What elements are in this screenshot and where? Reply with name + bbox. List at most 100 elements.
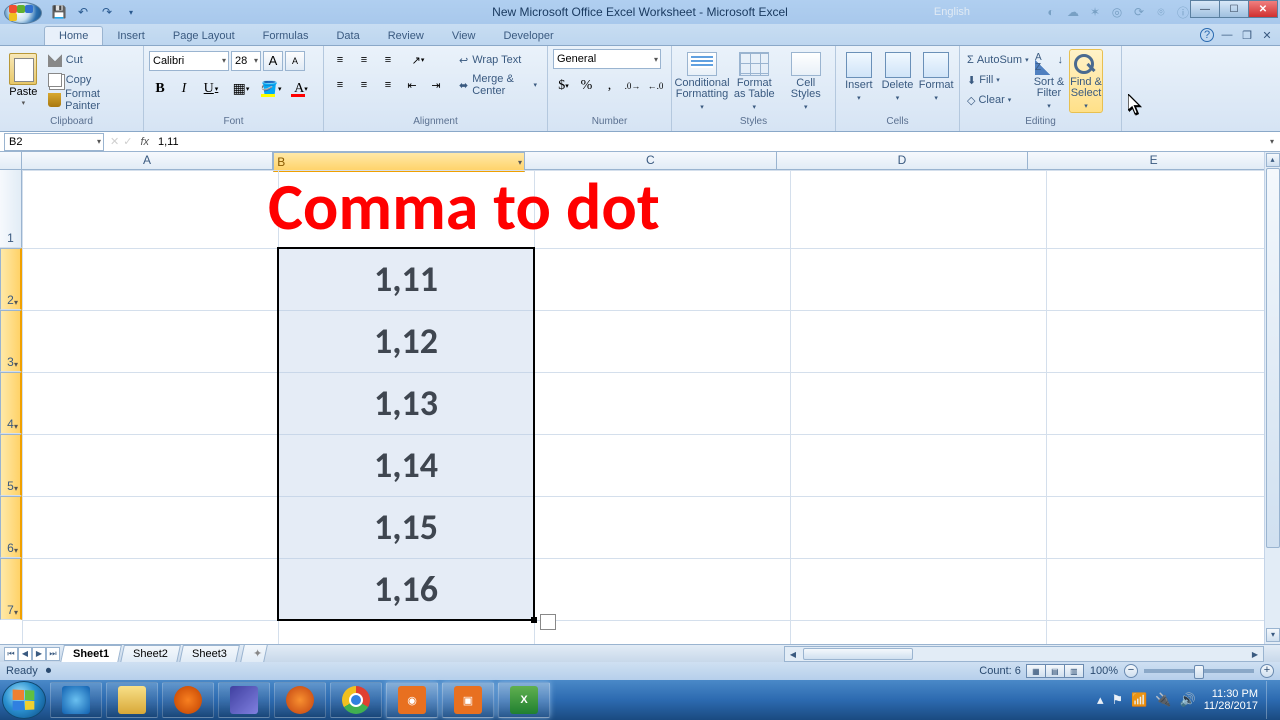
align-bottom-button[interactable]: ≡: [377, 49, 399, 71]
show-desktop-button[interactable]: [1266, 681, 1276, 719]
row-header[interactable]: 4: [0, 372, 22, 434]
zoom-out-button[interactable]: −: [1124, 664, 1138, 678]
currency-button[interactable]: $▾: [553, 75, 574, 97]
redo-icon[interactable]: ↷: [98, 3, 116, 21]
underline-button[interactable]: U▾: [197, 78, 225, 100]
copy-button[interactable]: Copy: [45, 71, 138, 89]
autosum-button[interactable]: ΣAutoSum▾: [965, 51, 1029, 69]
doc-close-icon[interactable]: ✕: [1260, 28, 1274, 42]
row-header[interactable]: 6: [0, 496, 22, 558]
ribbon-minimize-icon[interactable]: —: [1220, 28, 1234, 42]
formula-input[interactable]: 1,11: [155, 135, 1264, 149]
zoom-slider[interactable]: [1144, 669, 1254, 673]
scroll-down-button[interactable]: ▾: [1266, 628, 1280, 642]
tab-developer[interactable]: Developer: [489, 27, 567, 45]
bold-button[interactable]: B: [149, 78, 171, 100]
comma-button[interactable]: ,: [599, 75, 620, 97]
taskbar-recorder-1[interactable]: ◉: [386, 682, 438, 718]
cancel-formula-icon[interactable]: ✕: [110, 135, 119, 148]
taskbar-excel[interactable]: X: [498, 682, 550, 718]
number-format-select[interactable]: General: [553, 49, 661, 69]
increase-decimal-button[interactable]: .0→: [622, 75, 643, 97]
scroll-left-button[interactable]: ◀: [785, 650, 801, 659]
sheet-tab-2[interactable]: Sheet2: [120, 645, 181, 663]
office-button[interactable]: [4, 2, 42, 24]
align-middle-button[interactable]: ≡: [353, 49, 375, 71]
tab-prev-button[interactable]: ◀: [18, 647, 32, 661]
row-header[interactable]: 7: [0, 558, 22, 620]
decrease-indent-button[interactable]: ⇤: [401, 74, 423, 96]
taskbar-wmp[interactable]: [162, 682, 214, 718]
row-header[interactable]: 5: [0, 434, 22, 496]
expand-formula-bar-icon[interactable]: ▾: [1264, 137, 1280, 146]
column-header[interactable]: E: [1028, 152, 1280, 169]
find-select-button[interactable]: Find & Select▾: [1069, 49, 1103, 113]
row-header[interactable]: 3: [0, 310, 22, 372]
clear-button[interactable]: ◇Clear▾: [965, 91, 1029, 109]
merge-center-button[interactable]: ⬌Merge & Center▾: [454, 74, 542, 96]
cell-styles-button[interactable]: Cell Styles▾: [782, 49, 831, 113]
cell-data[interactable]: 1,13: [278, 372, 534, 434]
tab-page-layout[interactable]: Page Layout: [159, 27, 249, 45]
fill-button[interactable]: ⬇Fill▾: [965, 71, 1029, 89]
shrink-font-button[interactable]: A: [285, 51, 305, 71]
vertical-scrollbar-thumb[interactable]: [1266, 168, 1280, 548]
tab-insert[interactable]: Insert: [103, 27, 159, 45]
new-sheet-button[interactable]: ✦: [240, 644, 268, 663]
increase-indent-button[interactable]: ⇥: [425, 74, 447, 96]
row-header[interactable]: 2: [0, 248, 22, 310]
format-cells-button[interactable]: Format▾: [918, 49, 954, 113]
cell-data[interactable]: 1,15: [278, 496, 534, 558]
tray-power-icon[interactable]: 🔌: [1155, 692, 1171, 708]
scroll-up-button[interactable]: ▴: [1266, 153, 1280, 167]
taskbar-explorer[interactable]: [106, 682, 158, 718]
align-right-button[interactable]: ≡: [377, 74, 399, 96]
border-button[interactable]: ▦▾: [227, 78, 255, 100]
taskbar-recorder-2[interactable]: ▣: [442, 682, 494, 718]
paste-button[interactable]: Paste ▾: [5, 49, 42, 113]
page-break-view-button[interactable]: ▥: [1064, 664, 1084, 678]
wrap-text-button[interactable]: ↩Wrap Text: [454, 49, 542, 71]
sheet-tab-3[interactable]: Sheet3: [179, 645, 240, 663]
tray-volume-icon[interactable]: 🔊: [1180, 692, 1196, 708]
start-button[interactable]: [2, 681, 46, 719]
conditional-formatting-button[interactable]: Conditional Formatting▾: [677, 49, 727, 113]
minimize-button[interactable]: —: [1190, 0, 1220, 18]
tray-show-hidden-icon[interactable]: ▴: [1097, 692, 1104, 708]
quick-analysis-button[interactable]: [540, 614, 556, 630]
horizontal-scrollbar[interactable]: ◀ ▶: [784, 646, 1264, 662]
doc-restore-icon[interactable]: ❐: [1240, 28, 1254, 42]
fx-icon[interactable]: fx: [140, 136, 149, 148]
font-name-select[interactable]: Calibri: [149, 51, 229, 71]
format-painter-button[interactable]: Format Painter: [45, 91, 138, 109]
help-icon[interactable]: ?: [1200, 28, 1214, 42]
orientation-button[interactable]: ↗▾: [407, 49, 429, 71]
enter-formula-icon[interactable]: ✓: [123, 135, 132, 148]
sort-filter-button[interactable]: AZ↓Sort & Filter▾: [1032, 49, 1066, 113]
tray-flag-icon[interactable]: ⚑: [1112, 692, 1124, 708]
column-header[interactable]: D: [777, 152, 1029, 169]
format-as-table-button[interactable]: Format as Table▾: [730, 49, 779, 113]
normal-view-button[interactable]: ▦: [1026, 664, 1046, 678]
page-layout-view-button[interactable]: ▤: [1045, 664, 1065, 678]
horizontal-scrollbar-thumb[interactable]: [803, 648, 913, 660]
cell-data[interactable]: 1,14: [278, 434, 534, 496]
close-button[interactable]: ✕: [1248, 0, 1278, 18]
select-all-button[interactable]: [0, 152, 22, 169]
row-header[interactable]: 1: [0, 170, 22, 248]
qat-more-icon[interactable]: ▾: [122, 3, 140, 21]
tab-last-button[interactable]: ⏭: [46, 647, 60, 661]
font-size-select[interactable]: 28: [231, 51, 261, 71]
undo-icon[interactable]: ↶: [74, 3, 92, 21]
delete-cells-button[interactable]: Delete▾: [880, 49, 916, 113]
save-icon[interactable]: 💾: [50, 3, 68, 21]
system-clock[interactable]: 11:30 PM 11/28/2017: [1204, 688, 1258, 712]
tab-home[interactable]: Home: [44, 26, 103, 45]
tab-first-button[interactable]: ⏮: [4, 647, 18, 661]
font-color-button[interactable]: A▾: [287, 78, 315, 100]
column-header[interactable]: A: [22, 152, 274, 169]
tab-next-button[interactable]: ▶: [32, 647, 46, 661]
fill-handle[interactable]: [531, 617, 537, 623]
cell-data[interactable]: 1,12: [278, 310, 534, 372]
cut-button[interactable]: Cut: [45, 51, 138, 69]
